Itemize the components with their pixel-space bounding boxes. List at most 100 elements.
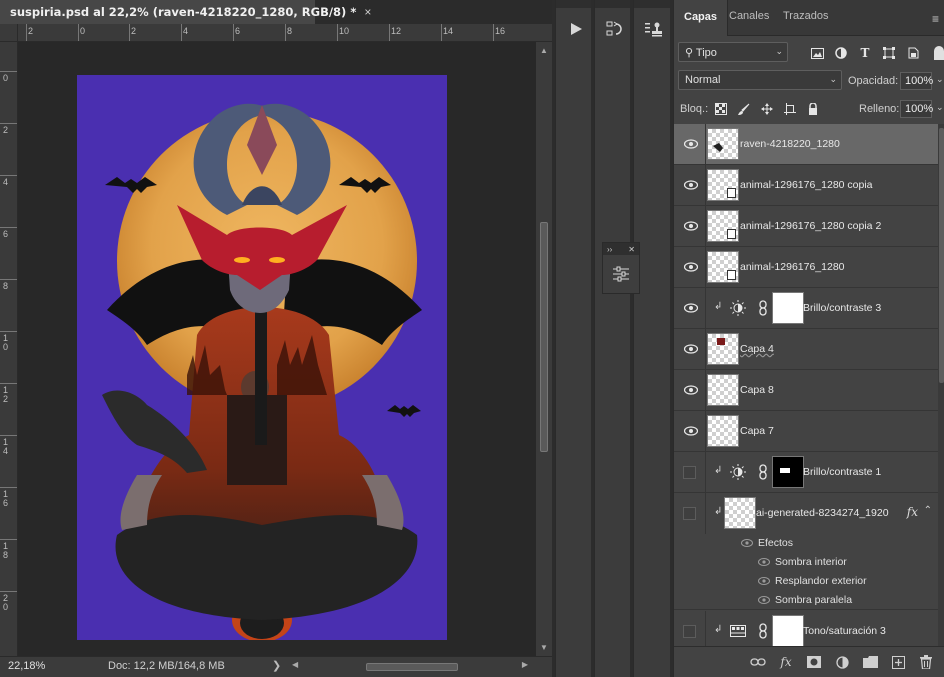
layer-row[interactable]: ↲ Tono/saturación 3 xyxy=(674,611,938,646)
lock-all-icon[interactable] xyxy=(806,102,820,116)
status-menu-arrow-icon[interactable]: ❯ xyxy=(272,659,281,672)
zoom-level[interactable]: 22,18% xyxy=(8,660,45,672)
brightness-contrast-icon[interactable] xyxy=(730,300,746,316)
horizontal-scrollbar[interactable]: ◀ ▶ xyxy=(290,660,530,674)
layer-thumbnail[interactable] xyxy=(707,169,739,201)
layers-scroll-thumb[interactable] xyxy=(939,128,944,383)
visibility-eye-icon[interactable] xyxy=(684,343,698,355)
visibility-eye-icon[interactable] xyxy=(684,138,698,150)
fill-input[interactable]: 100% xyxy=(900,100,933,118)
history-icon[interactable] xyxy=(602,14,628,44)
canvas-area[interactable] xyxy=(18,42,536,656)
visibility-toggle-off[interactable] xyxy=(683,625,696,638)
visibility-toggle-off[interactable] xyxy=(683,507,696,520)
layer-row[interactable]: raven-4218220_1280 xyxy=(674,124,938,165)
visibility-eye-icon[interactable] xyxy=(684,179,698,191)
link-chain-icon[interactable] xyxy=(758,623,768,639)
layer-name[interactable]: Brillo/contraste 1 xyxy=(803,466,881,478)
layers-scrollbar[interactable] xyxy=(938,124,944,646)
ruler-corner[interactable] xyxy=(0,24,18,42)
horizontal-ruler[interactable]: 2 0 2 4 6 8 10 12 14 16 xyxy=(18,24,552,42)
document-artwork[interactable] xyxy=(77,75,447,640)
layer-effects-fx-icon[interactable]: fx xyxy=(907,505,918,519)
layer-thumbnail[interactable] xyxy=(724,497,756,529)
layer-mask-thumbnail[interactable] xyxy=(772,456,804,488)
link-chain-icon[interactable] xyxy=(758,464,768,480)
layer-name[interactable]: raven-4218220_1280 xyxy=(740,138,840,150)
layer-thumbnail[interactable] xyxy=(707,210,739,242)
layer-name[interactable]: ai-generated-8234274_1920 xyxy=(756,507,889,519)
link-chain-icon[interactable] xyxy=(758,300,768,316)
filter-kind-select[interactable]: ⚲ Tipo ⌄ xyxy=(678,42,788,62)
filter-smart-object-icon[interactable] xyxy=(906,46,920,60)
fill-dropdown-icon[interactable]: ⌄ xyxy=(936,102,944,113)
scroll-up-icon[interactable]: ▲ xyxy=(540,46,548,55)
layers-list[interactable]: raven-4218220_1280 animal-1296176_1280 c… xyxy=(674,124,938,646)
vertical-scrollbar[interactable]: ▲ ▼ xyxy=(536,42,552,656)
layer-name[interactable]: animal-1296176_1280 copia xyxy=(740,179,873,191)
layer-name[interactable]: Capa 8 xyxy=(740,384,774,396)
stamp-icon[interactable] xyxy=(641,14,667,44)
layer-name[interactable]: Brillo/contraste 3 xyxy=(803,302,881,314)
layer-mask-thumbnail[interactable] xyxy=(772,615,804,646)
layer-name[interactable]: Capa 7 xyxy=(740,425,774,437)
add-mask-icon[interactable] xyxy=(806,654,822,670)
vertical-scroll-thumb[interactable] xyxy=(540,222,548,452)
layer-row[interactable]: animal-1296176_1280 xyxy=(674,247,938,288)
visibility-eye-icon[interactable] xyxy=(684,220,698,232)
hue-saturation-icon[interactable] xyxy=(730,623,746,639)
layer-row[interactable]: ↲ Brillo/contraste 1 xyxy=(674,452,938,493)
visibility-eye-icon[interactable] xyxy=(684,302,698,314)
layer-thumbnail[interactable] xyxy=(707,128,739,160)
filter-adjustment-icon[interactable] xyxy=(834,46,848,60)
lock-artboard-icon[interactable] xyxy=(783,102,797,116)
filter-pixel-icon[interactable] xyxy=(810,46,824,60)
layer-row[interactable]: animal-1296176_1280 copia 2 xyxy=(674,206,938,247)
layer-thumbnail[interactable] xyxy=(707,333,739,365)
lock-position-move-icon[interactable] xyxy=(760,102,774,116)
close-icon[interactable]: × xyxy=(364,5,371,19)
visibility-eye-icon[interactable] xyxy=(684,261,698,273)
visibility-eye-icon[interactable] xyxy=(684,425,698,437)
visibility-eye-icon[interactable] xyxy=(684,384,698,396)
scroll-left-icon[interactable]: ◀ xyxy=(292,660,298,669)
effects-header-row[interactable]: Efectos xyxy=(674,534,938,553)
layer-thumbnail[interactable] xyxy=(707,251,739,283)
new-layer-icon[interactable] xyxy=(890,654,906,670)
link-layers-icon[interactable] xyxy=(750,654,766,670)
effect-eye-icon[interactable] xyxy=(758,557,770,567)
expand-icon[interactable]: ›› xyxy=(607,245,612,254)
horizontal-scroll-thumb[interactable] xyxy=(366,663,458,671)
chevron-up-icon[interactable]: ⌃ xyxy=(924,505,932,516)
lock-transparency-icon[interactable] xyxy=(714,102,728,116)
close-icon[interactable]: ✕ xyxy=(628,245,635,254)
layer-mask-thumbnail[interactable] xyxy=(772,292,804,324)
delete-layer-trash-icon[interactable] xyxy=(918,654,934,670)
visibility-toggle-off[interactable] xyxy=(683,466,696,479)
layer-row[interactable]: animal-1296176_1280 copia xyxy=(674,165,938,206)
effect-row[interactable]: Resplandor exterior xyxy=(674,572,938,591)
filter-shape-icon[interactable] xyxy=(882,46,896,60)
lock-pixels-brush-icon[interactable] xyxy=(737,102,751,116)
layer-name[interactable]: animal-1296176_1280 xyxy=(740,261,845,273)
layer-thumbnail[interactable] xyxy=(707,374,739,406)
effect-row[interactable]: Sombra interior xyxy=(674,553,938,572)
effect-row[interactable]: Sombra paralela xyxy=(674,591,938,610)
add-layer-style-fx-icon[interactable]: fx xyxy=(778,654,794,670)
effect-eye-icon[interactable] xyxy=(741,538,753,548)
filter-type-icon[interactable]: T xyxy=(858,46,872,60)
tab-canales[interactable]: Canales xyxy=(729,10,769,22)
document-tab[interactable]: suspiria.psd al 22,2% (raven-4218220_128… xyxy=(0,0,371,24)
brightness-contrast-icon[interactable] xyxy=(730,464,746,480)
layer-name[interactable]: Capa 4 xyxy=(740,343,774,355)
tab-trazados[interactable]: Trazados xyxy=(783,10,828,22)
opacity-dropdown-icon[interactable]: ⌄ xyxy=(936,74,944,85)
blend-mode-select[interactable]: Normal ⌄ xyxy=(678,70,842,90)
layer-row[interactable]: Capa 8 xyxy=(674,370,938,411)
layer-row[interactable]: Capa 7 xyxy=(674,411,938,452)
properties-icon[interactable] xyxy=(603,255,639,293)
panel-menu-icon[interactable]: ≡ xyxy=(932,12,939,26)
effect-eye-icon[interactable] xyxy=(758,595,770,605)
tab-capas[interactable]: Capas xyxy=(674,0,729,36)
filter-toggle-icon[interactable] xyxy=(934,46,944,60)
